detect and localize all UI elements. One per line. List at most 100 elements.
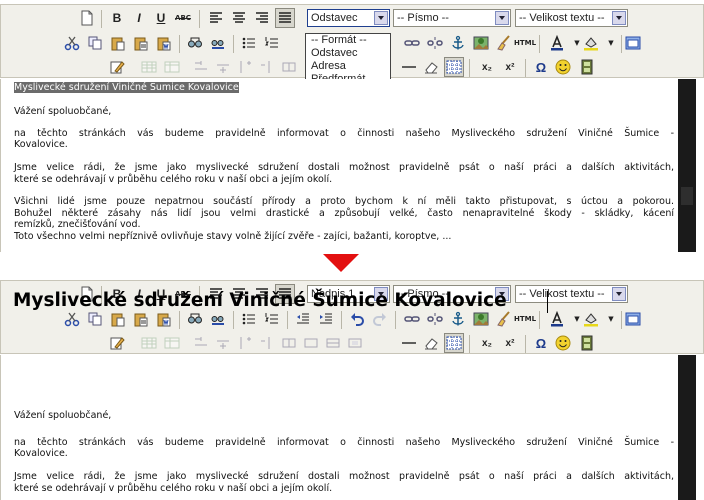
table-props-icon[interactable] (162, 57, 182, 77)
find-icon[interactable] (185, 309, 205, 329)
anchor-icon[interactable] (448, 33, 468, 53)
media-icon[interactable] (577, 57, 597, 77)
paste-text-icon[interactable] (131, 33, 151, 53)
subscript-button[interactable]: x₂ (477, 333, 497, 353)
smiley-icon[interactable] (553, 57, 573, 77)
table-icon[interactable] (139, 333, 159, 353)
numbered-list-icon[interactable] (262, 309, 282, 329)
link-icon[interactable] (402, 309, 422, 329)
redo-icon[interactable] (370, 309, 390, 329)
chevron-down-icon[interactable]: ▼ (601, 309, 621, 329)
background-color-icon[interactable] (581, 33, 601, 53)
chevron-down-icon[interactable]: ▼ (601, 33, 621, 53)
eraser-icon[interactable] (421, 57, 441, 77)
dropdown-option[interactable]: Odstavec (306, 47, 390, 60)
copy-icon[interactable] (85, 33, 105, 53)
insert-row-icon[interactable] (191, 57, 211, 77)
font-size-select[interactable]: -- Velikost textu -- (515, 9, 628, 27)
align-left-icon[interactable] (206, 8, 226, 28)
new-document-icon[interactable] (77, 8, 97, 28)
text-color-icon[interactable] (547, 33, 567, 53)
delete-row-icon[interactable] (213, 57, 233, 77)
visual-aid-icon[interactable] (444, 333, 464, 353)
scrollbar[interactable] (678, 79, 696, 252)
font-select[interactable]: -- Písmo -- (393, 9, 511, 27)
bullet-list-icon[interactable] (239, 33, 259, 53)
numbered-list-icon[interactable] (262, 33, 282, 53)
special-char-button[interactable]: Ω (531, 333, 551, 353)
paste-word-icon[interactable] (154, 33, 174, 53)
font-size-select-value: -- Velikost textu -- (519, 288, 605, 300)
subscript-button[interactable]: x₂ (477, 57, 497, 77)
horizontal-rule-icon[interactable] (399, 333, 419, 353)
paste-text-icon[interactable] (131, 309, 151, 329)
undo-icon[interactable] (347, 309, 367, 329)
outdent-icon[interactable] (293, 309, 313, 329)
image-icon[interactable] (471, 309, 491, 329)
image-icon[interactable] (471, 33, 491, 53)
insert-row-icon[interactable] (191, 333, 211, 353)
find-icon[interactable] (185, 33, 205, 53)
fullscreen-icon[interactable] (623, 33, 643, 53)
dropdown-option[interactable]: Adresa (306, 60, 390, 73)
cut-icon[interactable] (62, 33, 82, 53)
delete-col-icon[interactable] (257, 57, 277, 77)
bullet-list-icon[interactable] (239, 309, 259, 329)
paste-icon[interactable] (108, 33, 128, 53)
unlink-icon[interactable] (425, 33, 445, 53)
background-color-icon[interactable] (581, 309, 601, 329)
delete-row-icon[interactable] (213, 333, 233, 353)
insert-col-icon[interactable] (235, 333, 255, 353)
split-cell-icon[interactable] (279, 57, 299, 77)
smiley-icon[interactable] (553, 333, 573, 353)
italic-button[interactable]: I (129, 8, 149, 28)
html-source-button[interactable]: HTML (514, 33, 536, 53)
html-source-button[interactable]: HTML (514, 309, 536, 329)
font-select-value: -- Písmo -- (397, 12, 449, 24)
align-center-icon[interactable] (229, 8, 249, 28)
align-right-icon[interactable] (252, 8, 272, 28)
anchor-icon[interactable] (448, 309, 468, 329)
special-char-button[interactable]: Ω (531, 57, 551, 77)
editor-content[interactable]: Vážení spoluobčané, na těchto stránkách … (0, 355, 704, 500)
cleanup-icon[interactable] (494, 33, 514, 53)
table-props-icon[interactable] (162, 333, 182, 353)
unlink-icon[interactable] (425, 309, 445, 329)
copy-icon[interactable] (85, 309, 105, 329)
replace-icon[interactable] (208, 33, 228, 53)
scrollbar[interactable] (678, 355, 696, 500)
horizontal-rule-icon[interactable] (399, 57, 419, 77)
edit-attributes-icon[interactable] (107, 57, 127, 77)
scrollbar-thumb[interactable] (681, 187, 693, 205)
indent-icon[interactable] (316, 309, 336, 329)
paste-icon[interactable] (108, 309, 128, 329)
insert-col-icon[interactable] (235, 57, 255, 77)
replace-icon[interactable] (208, 309, 228, 329)
table-icon[interactable] (139, 57, 159, 77)
format-select[interactable]: Odstavec (307, 9, 390, 27)
bold-button[interactable]: B (107, 8, 127, 28)
cell-props-icon[interactable] (345, 333, 365, 353)
text-color-icon[interactable] (547, 309, 567, 329)
superscript-button[interactable]: x² (500, 57, 520, 77)
dropdown-option[interactable]: -- Formát -- (306, 34, 390, 47)
align-justify-icon[interactable] (275, 8, 295, 28)
superscript-button[interactable]: x² (500, 333, 520, 353)
strikethrough-button[interactable]: ABC (173, 8, 193, 28)
paste-word-icon[interactable] (154, 309, 174, 329)
fullscreen-icon[interactable] (623, 309, 643, 329)
visual-aid-icon[interactable] (444, 57, 464, 77)
row-props-icon[interactable] (323, 333, 343, 353)
link-icon[interactable] (402, 33, 422, 53)
merge-cell-icon[interactable] (301, 333, 321, 353)
cut-icon[interactable] (62, 309, 82, 329)
font-size-select[interactable]: -- Velikost textu -- (515, 285, 628, 303)
eraser-icon[interactable] (421, 333, 441, 353)
editor-content[interactable]: Myslivecké sdružení Viničné Šumice Koval… (0, 79, 704, 252)
split-cell-icon[interactable] (279, 333, 299, 353)
media-icon[interactable] (577, 333, 597, 353)
underline-button[interactable]: U (151, 8, 171, 28)
cleanup-icon[interactable] (494, 309, 514, 329)
edit-attributes-icon[interactable] (107, 333, 127, 353)
delete-col-icon[interactable] (257, 333, 277, 353)
